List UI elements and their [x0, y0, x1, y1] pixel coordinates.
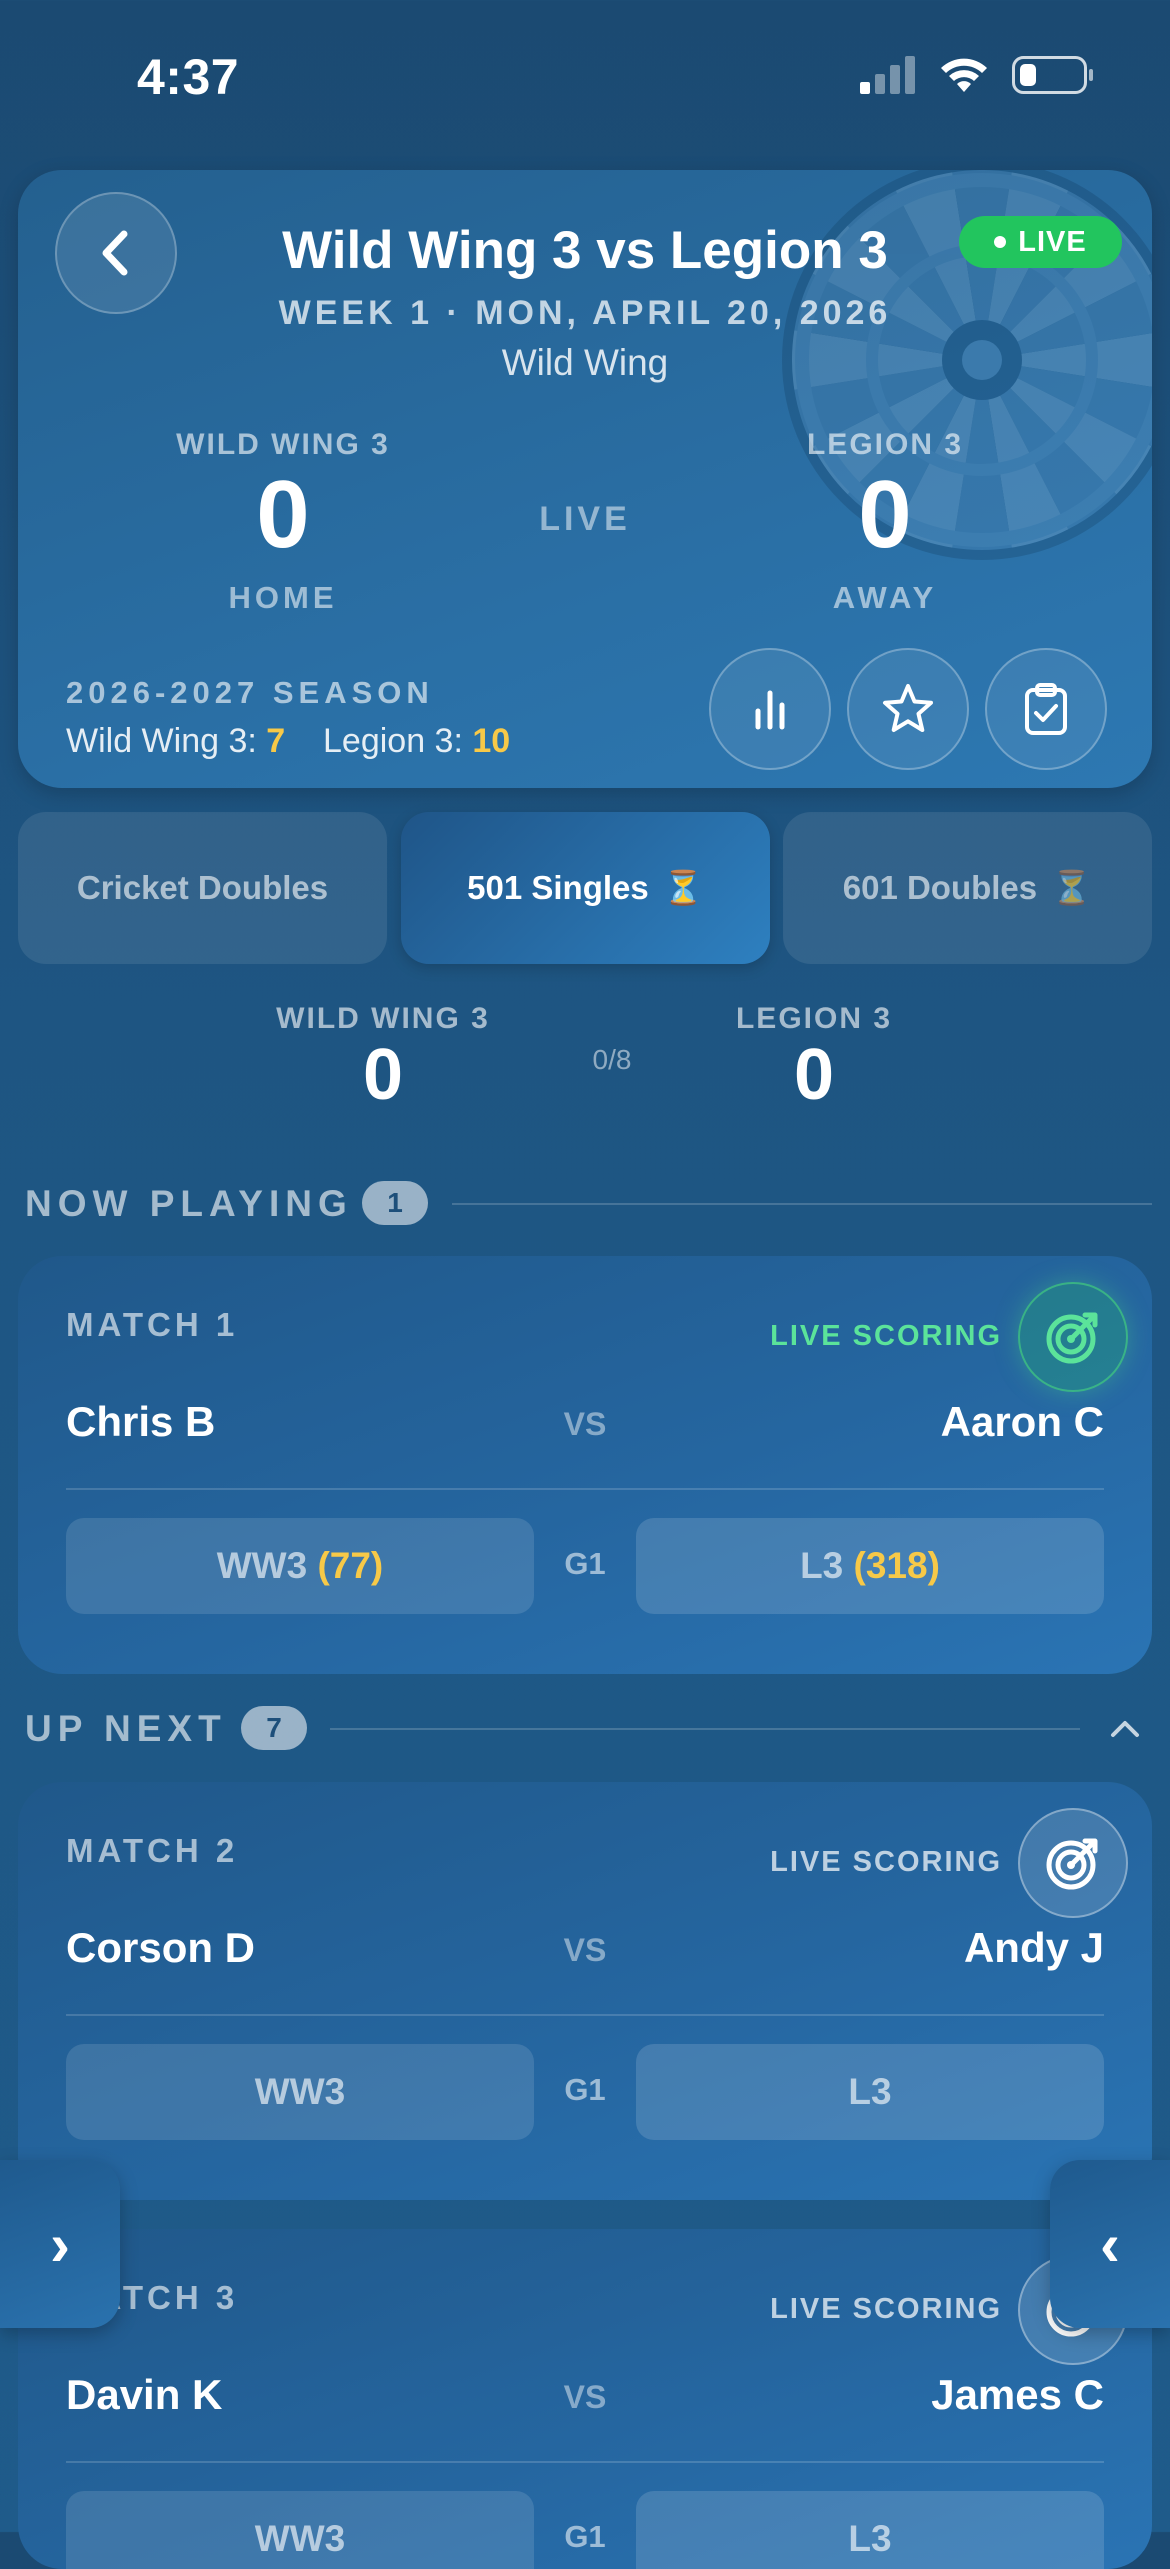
season-away-name: Legion 3:: [323, 722, 463, 760]
home-player: Corson D: [66, 1924, 255, 1971]
home-player: Chris B: [66, 1398, 216, 1445]
home-team-code: WW3: [254, 2518, 346, 2559]
up-next-title: UP NEXT: [25, 1708, 227, 1749]
live-scoring-label: LIVE SCORING: [770, 1320, 1002, 1352]
season-standings: Wild Wing 3: 7 Legion 3: 10: [66, 722, 510, 761]
clipboard-check-icon: [1025, 683, 1067, 735]
match-number: MATCH 1: [66, 1306, 239, 1343]
match-date: WEEK 1 · MON, APRIL 20, 2026: [278, 294, 892, 332]
away-side-label: AWAY: [832, 580, 938, 615]
away-score-pill: L3: [636, 2044, 1104, 2140]
live-dot-icon: [994, 236, 1007, 248]
live-scoring-button[interactable]: [1018, 1808, 1128, 1918]
home-player: Davin K: [66, 2371, 223, 2418]
card-divider: [66, 2461, 1104, 2463]
star-icon: [883, 684, 933, 732]
home-score-pill: WW3 (77): [66, 1518, 534, 1614]
live-scoring-button[interactable]: [1018, 1282, 1128, 1392]
up-next-count: 7: [241, 1706, 307, 1750]
status-time: 4:37: [137, 49, 240, 105]
season-label: 2026-2027 SEASON: [66, 675, 434, 710]
target-icon: [1046, 1838, 1098, 1890]
favorite-button[interactable]: [847, 648, 969, 770]
game-away-name: LEGION 3: [735, 1002, 893, 1035]
vs-label: VS: [563, 2379, 607, 2415]
away-team-code: L3: [800, 1545, 844, 1586]
match-venue: Wild Wing: [501, 342, 669, 383]
previous-page-button[interactable]: ‹: [1050, 2160, 1170, 2328]
season-home-points: 7: [266, 722, 286, 760]
away-team-score: 0: [858, 461, 912, 568]
live-scoring-label: LIVE SCORING: [770, 2293, 1002, 2325]
collapse-chevron-icon[interactable]: [1108, 1716, 1142, 1740]
away-player: Andy J: [963, 1924, 1104, 1971]
away-player: Aaron C: [940, 1398, 1104, 1445]
game-home-name: WILD WING 3: [276, 1002, 490, 1035]
vs-label: VS: [563, 1932, 607, 1968]
tab-label: 601 Doubles: [842, 869, 1038, 906]
chevron-right-icon: ›: [50, 2210, 70, 2278]
vs-label: VS: [563, 1406, 607, 1442]
now-playing-count: 1: [362, 1181, 428, 1225]
live-badge: LIVE: [959, 216, 1122, 268]
away-team-name: LEGION 3: [806, 428, 964, 461]
bar-chart-icon: [755, 690, 785, 730]
tab-label: Cricket Doubles: [76, 869, 329, 906]
tab-501-singles[interactable]: 501 Singles ⏳: [401, 812, 770, 964]
next-page-button[interactable]: ›: [0, 2160, 120, 2328]
home-side-label: HOME: [228, 580, 338, 615]
wifi-icon: [941, 58, 987, 92]
match-card[interactable]: MATCH 2 LIVE SCORING Corson D VS Andy J …: [18, 1782, 1152, 2200]
home-score-pill: WW3: [66, 2491, 534, 2569]
game-label: G1: [564, 1546, 606, 1581]
game-label: G1: [564, 2072, 606, 2107]
away-team-code: L3: [848, 2071, 892, 2112]
live-badge-label: LIVE: [1018, 225, 1087, 258]
tab-cricket-doubles[interactable]: Cricket Doubles: [18, 812, 387, 964]
game-label: G1: [564, 2519, 606, 2554]
game-away-score: 0: [793, 1035, 835, 1115]
card-divider: [66, 2014, 1104, 2016]
status-icons: [860, 56, 1094, 94]
card-divider: [66, 1488, 1104, 1490]
section-divider: [452, 1203, 1152, 1205]
target-icon: [1046, 1312, 1098, 1364]
game-home-score: 0: [362, 1035, 404, 1115]
away-remaining: (318): [853, 1545, 940, 1586]
away-score-pill: L3: [636, 2491, 1104, 2569]
section-divider: [330, 1728, 1080, 1730]
live-scoring-label: LIVE SCORING: [770, 1846, 1002, 1878]
home-team-code: WW3: [254, 2071, 346, 2112]
match-card[interactable]: MATCH 1 LIVE SCORING Chris B VS Aaron C …: [18, 1256, 1152, 1674]
away-player: James C: [931, 2371, 1104, 2418]
match-number: MATCH 2: [66, 1832, 239, 1869]
season-home-name: Wild Wing 3:: [66, 722, 257, 760]
tab-label: 501 Singles: [467, 869, 649, 906]
home-score-pill: WW3: [66, 2044, 534, 2140]
home-remaining: (77): [317, 1545, 384, 1586]
match-header-card: Wild Wing 3 vs Legion 3 LIVE WEEK 1 · MO…: [18, 170, 1152, 788]
stats-button[interactable]: [709, 648, 831, 770]
home-team-name: WILD WING 3: [176, 428, 390, 461]
tab-601-doubles[interactable]: 601 Doubles ⏳: [783, 812, 1152, 964]
scoresheet-button[interactable]: [985, 648, 1107, 770]
away-score-pill: L3 (318): [636, 1518, 1104, 1614]
season-away-points: 10: [472, 722, 511, 760]
chevron-left-icon: ‹: [1100, 2210, 1120, 2278]
battery-icon: [1012, 56, 1093, 94]
away-team-code: L3: [848, 2518, 892, 2559]
hourglass-icon: ⏳: [1051, 868, 1093, 906]
hourglass-icon: ⏳: [662, 868, 704, 906]
match-card[interactable]: MATCH 3 LIVE SCORING Davin K VS James C …: [18, 2229, 1152, 2569]
signal-icon: [860, 56, 915, 94]
now-playing-title: NOW PLAYING: [25, 1183, 353, 1224]
home-team-code: WW3: [216, 1545, 308, 1586]
